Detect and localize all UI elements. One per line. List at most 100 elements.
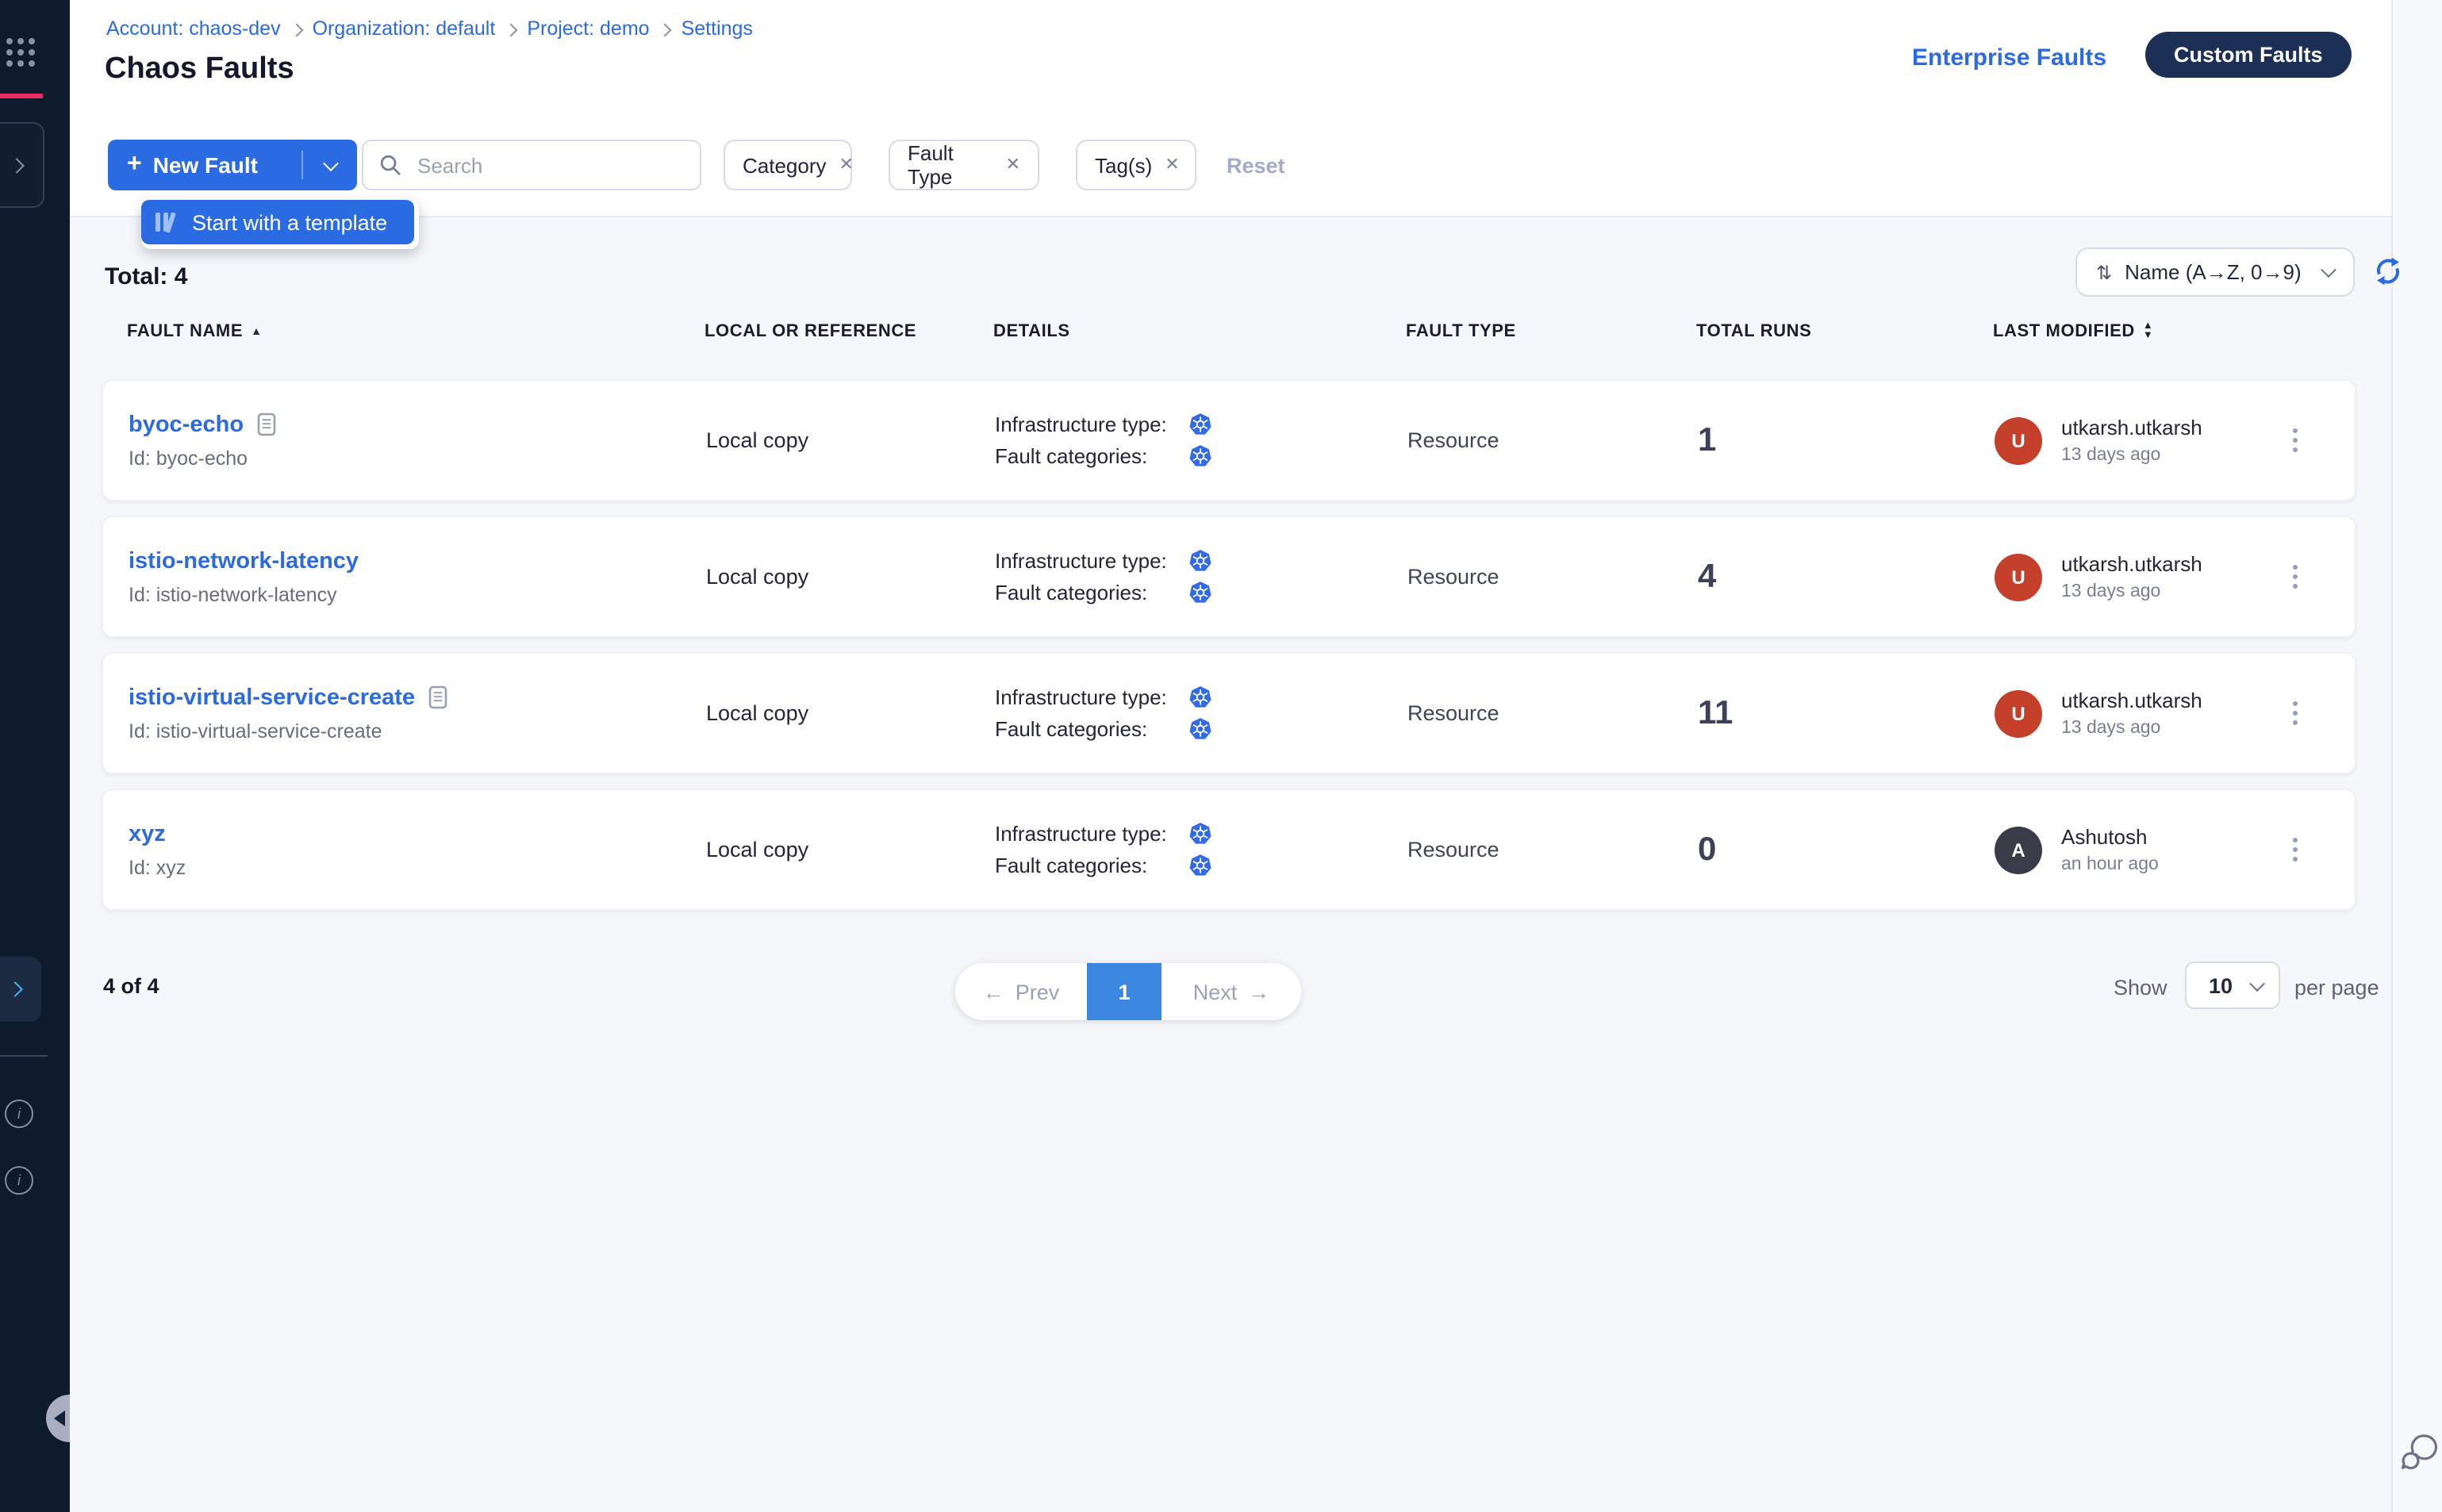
fault-name-link[interactable]: xyz [129,821,166,846]
row-menu-button[interactable] [2286,831,2304,867]
enterprise-faults-link[interactable]: Enterprise Faults [1912,44,2106,71]
sidebar-divider [0,1055,48,1057]
total-runs: 4 [1698,558,1995,596]
table-row: istio-network-latency Id: istio-network-… [102,516,2356,638]
breadcrumb-account[interactable]: Account: chaos-dev [106,17,281,40]
row-menu-button[interactable] [2286,695,2304,731]
fault-categories-label: Fault categories: [995,717,1188,741]
search-box [362,140,701,190]
column-fault-type: FAULT TYPE [1406,322,1696,341]
kubernetes-icon [1188,685,1212,709]
scrollbar-gutter [2391,0,2442,1512]
filter-chip-fault-type[interactable]: Fault Type ✕ [889,140,1039,190]
reset-filters-link[interactable]: Reset [1227,154,1285,178]
apps-grid-icon[interactable] [6,38,35,67]
arrow-right-icon: → [1248,980,1269,1004]
prev-page-button[interactable]: ← Prev [955,963,1087,1020]
row-menu-button[interactable] [2286,422,2304,458]
fault-type: Resource [1407,565,1698,589]
app-window: i i Account: chaos-dev Organization: def… [0,0,2442,1512]
manifest-icon[interactable] [256,413,275,436]
sort-asc-icon: ▲ [251,326,262,337]
sort-value: Name (A→Z, 0→9) [2125,260,2302,284]
modified-time: 13 days ago [2061,582,2202,601]
infra-type-label: Infrastructure type: [995,413,1188,436]
row-menu-button[interactable] [2286,558,2304,594]
new-fault-button[interactable]: + New Fault [108,140,357,190]
search-icon [379,154,401,176]
current-page[interactable]: 1 [1087,963,1161,1020]
avatar: U [1995,416,2042,464]
sort-dropdown[interactable]: ⇅ Name (A→Z, 0→9) [2075,248,2355,297]
column-last-modified[interactable]: LAST MODIFIED ▲▼ [1993,322,2260,342]
menu-item-start-with-template[interactable]: Start with a template [141,200,414,244]
fault-type: Resource [1407,838,1698,862]
pagination: ← Prev 1 Next → [955,963,1301,1020]
table-header: FAULT NAME ▲ LOCAL OR REFERENCE DETAILS … [102,322,2356,342]
modified-time: an hour ago [2061,855,2159,874]
column-details: DETAILS [993,322,1406,341]
column-total-runs: TOTAL RUNS [1696,322,1993,341]
fault-categories-label: Fault categories: [995,854,1188,877]
fault-id: Id: xyz [129,856,706,878]
help-icon[interactable]: i [5,1166,33,1195]
kubernetes-icon [1188,581,1212,604]
new-fault-label: New Fault [153,152,258,178]
sidebar-expand-button-bottom[interactable] [0,957,41,1022]
fault-id: Id: istio-virtual-service-create [129,720,706,742]
filter-chip-tags[interactable]: Tag(s) ✕ [1076,140,1196,190]
sidebar-expand-button[interactable] [0,122,44,208]
close-icon[interactable]: ✕ [1165,156,1179,174]
fault-name-link[interactable]: istio-virtual-service-create [129,685,415,710]
fault-name-link[interactable]: istio-network-latency [129,548,359,574]
total-runs: 0 [1698,831,1995,869]
show-label: Show [2114,976,2167,1000]
menu-item-label: Start with a template [192,210,387,234]
modified-by: Ashutosh [2061,825,2159,849]
page-size-select[interactable]: 10 [2185,961,2280,1009]
total-count: Total: 4 [105,263,187,290]
sidebar: i i [0,0,70,1512]
close-icon[interactable]: ✕ [839,156,854,174]
nav-accent-bar [0,94,43,98]
total-runs: 11 [1698,694,1995,732]
manifest-icon[interactable] [428,685,447,709]
kubernetes-icon [1188,549,1212,573]
info-icon[interactable]: i [5,1099,33,1128]
chevron-right-icon [7,981,23,997]
close-icon[interactable]: ✕ [1006,156,1020,174]
local-or-reference: Local copy [706,428,995,452]
chat-support-icon[interactable] [2399,1431,2442,1476]
arrow-left-icon: ← [983,980,1004,1004]
breadcrumb-settings[interactable]: Settings [682,17,753,40]
breadcrumb: Account: chaos-dev Organization: default… [106,17,753,40]
infra-type-label: Infrastructure type: [995,822,1188,846]
triangle-left-icon [54,1410,65,1426]
page-size-value: 10 [2209,973,2233,997]
local-or-reference: Local copy [706,701,995,725]
table-row: byoc-echo Id: byoc-echo Local copy Infra… [102,379,2356,501]
column-fault-name[interactable]: FAULT NAME ▲ [127,322,705,341]
modified-by: utkarsh.utkarsh [2061,689,2202,712]
search-input[interactable] [414,152,674,178]
total-runs: 1 [1698,421,1995,459]
filter-chip-category[interactable]: Category ✕ [724,140,852,190]
custom-faults-button[interactable]: Custom Faults [2145,32,2352,78]
fault-type: Resource [1407,701,1698,725]
kubernetes-icon [1188,717,1212,741]
template-icon [156,212,179,232]
new-fault-dropdown-toggle[interactable] [303,140,357,190]
chevron-down-icon [2249,975,2265,991]
fault-name-link[interactable]: byoc-echo [129,412,244,437]
avatar: A [1995,826,2042,873]
chevron-right-icon [9,157,25,173]
breadcrumb-organization[interactable]: Organization: default [313,17,496,40]
new-fault-menu: Start with a template [141,200,419,249]
kubernetes-icon [1188,413,1212,436]
breadcrumb-project[interactable]: Project: demo [527,17,649,40]
next-page-button[interactable]: Next → [1161,963,1301,1020]
avatar: U [1995,553,2042,601]
infra-type-label: Infrastructure type: [995,549,1188,573]
refresh-button[interactable] [2374,257,2402,286]
fault-categories-label: Fault categories: [995,581,1188,604]
